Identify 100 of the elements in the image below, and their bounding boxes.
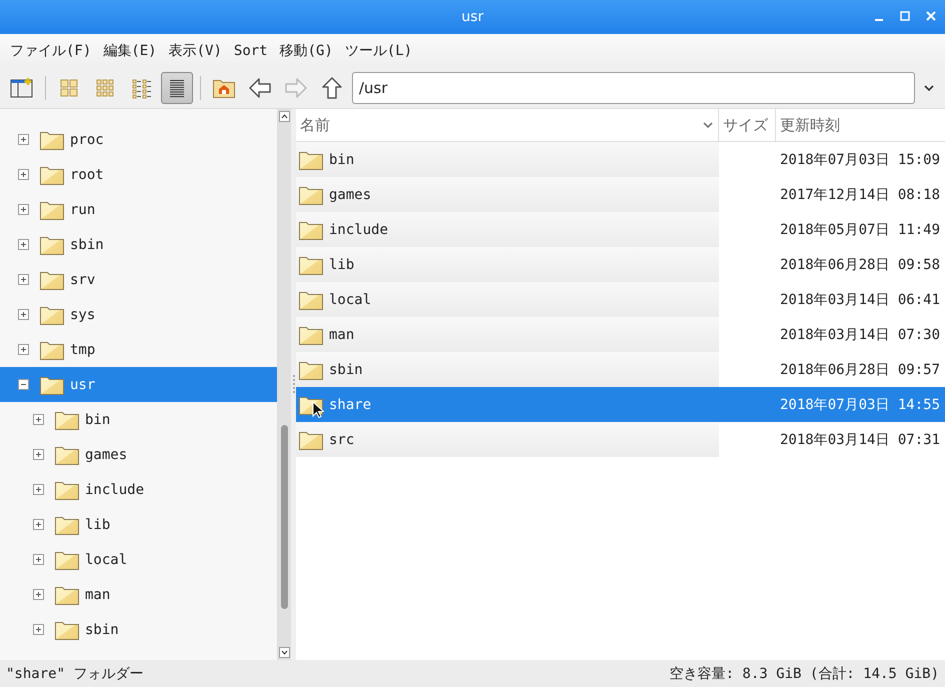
grid-view-icon: [58, 77, 80, 99]
modified-date: 2018年07月03日 14:55: [779, 396, 942, 414]
expand-icon[interactable]: [18, 134, 29, 145]
folder-name: lib: [85, 516, 110, 532]
folder-name: usr: [70, 376, 96, 392]
folder-name: srv: [70, 272, 96, 288]
tree-item[interactable]: sbin: [0, 612, 277, 647]
modified-date: 2018年03月14日 07:30: [779, 326, 942, 344]
file-row[interactable]: share 2018年07月03日 14:55: [296, 387, 945, 422]
menu-item[interactable]: ファイル(F): [4, 38, 98, 64]
folder-icon: [40, 164, 64, 184]
expand-icon[interactable]: [33, 519, 44, 530]
tree-item[interactable]: include: [0, 472, 277, 507]
path-field[interactable]: /usr: [352, 72, 915, 104]
file-name: share: [329, 396, 372, 412]
expand-icon[interactable]: [18, 274, 29, 285]
expand-icon[interactable]: [33, 484, 44, 495]
folder-icon: [40, 200, 64, 220]
menu-item[interactable]: 移動(G): [274, 38, 339, 64]
scroll-down-icon[interactable]: [279, 647, 290, 658]
modified-date: 2018年05月07日 11:49: [779, 220, 942, 238]
expand-icon[interactable]: [18, 344, 29, 355]
tree-item[interactable]: games: [0, 437, 277, 472]
window-title: usr: [462, 9, 484, 25]
menu-item[interactable]: Sort: [228, 39, 274, 63]
tree-item[interactable]: sys: [0, 297, 277, 332]
tree-item[interactable]: proc: [0, 122, 277, 157]
expand-icon[interactable]: [33, 414, 44, 425]
collapse-icon[interactable]: [18, 379, 29, 390]
folder-icon: [40, 304, 64, 324]
folder-icon: [55, 550, 79, 570]
grid-view-icon: [130, 77, 152, 99]
folder-name: bin: [85, 412, 110, 428]
folder-icon: [40, 234, 64, 254]
sort-icon: [702, 121, 714, 129]
folder-name: proc: [70, 132, 104, 148]
folder-icon: [299, 430, 323, 450]
scrollbar[interactable]: [277, 109, 291, 660]
tree-item[interactable]: srv: [0, 262, 277, 297]
file-name: bin: [329, 152, 354, 168]
up-arrow-icon: [321, 76, 343, 100]
tree-item[interactable]: bin: [0, 402, 277, 437]
close-icon[interactable]: [925, 9, 937, 23]
home-folder-icon: [213, 78, 235, 98]
tree-item[interactable]: usr: [0, 367, 277, 402]
expand-icon[interactable]: [18, 169, 29, 180]
folder-icon: [55, 444, 79, 464]
folder-icon: [55, 584, 79, 604]
tree-item[interactable]: tmp: [0, 332, 277, 367]
expand-icon[interactable]: [18, 309, 29, 320]
expand-icon[interactable]: [33, 589, 44, 600]
folder-icon: [55, 620, 79, 640]
file-name: man: [329, 326, 354, 342]
tree-item[interactable]: man: [0, 577, 277, 612]
folder-icon: [40, 130, 64, 150]
column-header[interactable]: 更新時刻: [776, 109, 945, 141]
modified-date: 2018年03月14日 06:41: [779, 290, 942, 308]
expand-icon[interactable]: [18, 239, 29, 250]
menu-item[interactable]: 編集(E): [97, 38, 163, 64]
mouse-cursor-icon: [312, 401, 324, 419]
file-name: local: [329, 292, 372, 308]
folder-name: include: [85, 482, 144, 498]
maximize-icon[interactable]: [899, 9, 911, 23]
folder-icon: [55, 410, 79, 430]
modified-date: 2018年06月28日 09:58: [779, 256, 942, 274]
modified-date: 2018年06月28日 09:57: [779, 360, 942, 378]
view-mode-button[interactable]: [161, 72, 193, 104]
folder-name: man: [85, 586, 110, 602]
column-header[interactable]: 名前: [296, 109, 719, 141]
folder-name: games: [85, 446, 128, 462]
status-text: "share" フォルダー: [6, 664, 144, 682]
scroll-thumb[interactable]: [281, 425, 288, 609]
folder-icon: [299, 324, 323, 344]
folder-icon: [299, 254, 323, 274]
modified-date: 2018年07月03日 15:09: [779, 150, 942, 168]
tree-item[interactable]: local: [0, 542, 277, 577]
tree-item[interactable]: run: [0, 192, 277, 227]
expand-icon[interactable]: [33, 554, 44, 565]
expand-icon[interactable]: [33, 624, 44, 635]
file-name: lib: [329, 256, 354, 272]
expand-icon[interactable]: [33, 449, 44, 460]
file-name: src: [329, 432, 354, 448]
tree-item[interactable]: sbin: [0, 227, 277, 262]
tree-item[interactable]: lib: [0, 507, 277, 542]
folder-name: sys: [70, 306, 96, 322]
scroll-up-icon[interactable]: [279, 111, 290, 122]
forward-arrow-icon: [284, 77, 308, 99]
folder-icon: [40, 340, 64, 360]
folder-icon: [55, 480, 79, 500]
file-name: games: [329, 186, 372, 202]
column-header[interactable]: サイズ: [719, 109, 776, 141]
menu-item[interactable]: 表示(V): [162, 38, 228, 64]
folder-icon: [40, 270, 64, 290]
folder-name: run: [70, 202, 96, 218]
folder-icon: [40, 374, 64, 394]
menu-item[interactable]: ツール(L): [338, 38, 418, 64]
expand-icon[interactable]: [18, 204, 29, 215]
tree-item[interactable]: root: [0, 157, 277, 192]
folder-icon: [299, 184, 323, 204]
folder-icon: [299, 360, 323, 380]
